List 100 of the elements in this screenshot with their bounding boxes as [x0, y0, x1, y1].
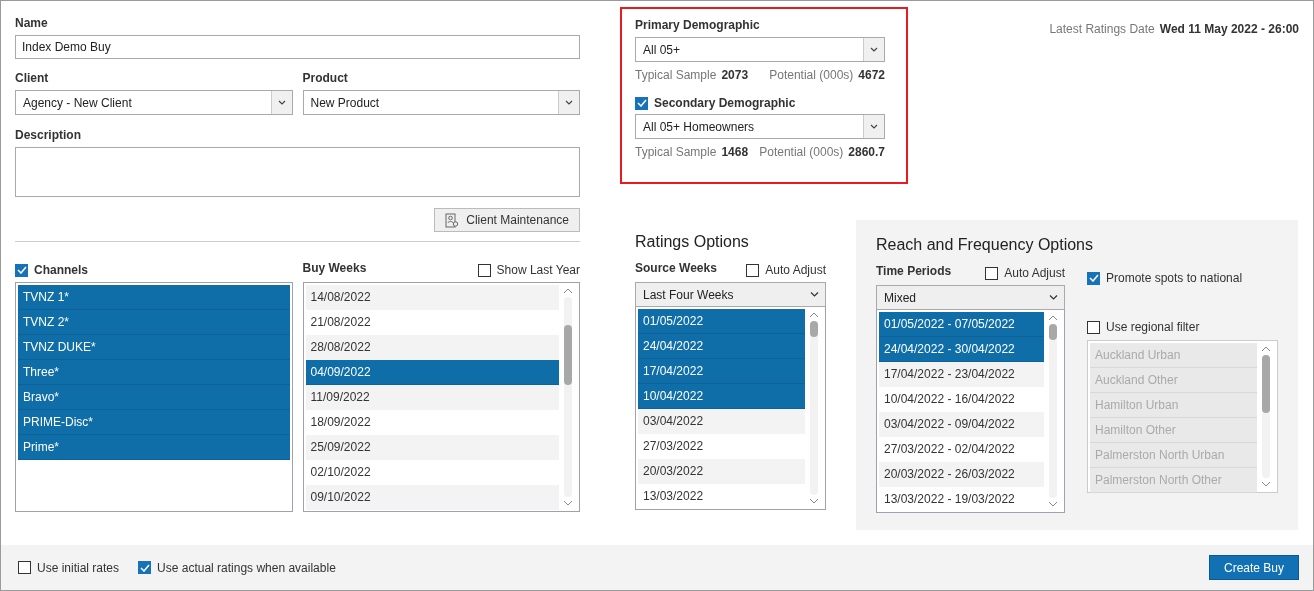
scroll-down-icon[interactable]	[809, 498, 819, 504]
source-week-item[interactable]: 13/03/2022	[638, 484, 805, 509]
scroll-up-icon[interactable]	[809, 312, 819, 318]
checkbox[interactable]	[985, 266, 999, 280]
chevron-icon	[1049, 295, 1058, 300]
checkbox-label: Show Last Year	[496, 263, 580, 277]
channel-item[interactable]: Three*	[18, 360, 290, 385]
field-label: Product	[302, 71, 349, 85]
chevron-icon	[565, 100, 573, 105]
week-item[interactable]: 18/09/2022	[305, 410, 559, 435]
scroll-thumb[interactable]	[1049, 324, 1057, 340]
channel-item[interactable]: Bravo*	[18, 385, 290, 410]
week-item[interactable]: 14/08/2022	[305, 285, 559, 310]
source-week-item[interactable]: 27/03/2022	[638, 434, 805, 459]
channel-item[interactable]: TVNZ 2*	[18, 310, 290, 335]
date-label: Latest Ratings Date	[1049, 22, 1155, 36]
stat-label: Potential (000s)	[759, 145, 844, 159]
checkbox[interactable]	[635, 96, 648, 110]
demographic-dropdown[interactable]: All 05+	[635, 37, 885, 62]
scroll-thumb[interactable]	[1262, 355, 1270, 413]
checkbox[interactable]	[477, 263, 491, 277]
client-dropdown[interactable]: Agency - New Client	[15, 90, 293, 115]
time-period-item[interactable]: 13/03/2022 - 19/03/2022	[879, 487, 1044, 512]
channel-item[interactable]: TVNZ DUKE*	[18, 335, 290, 360]
field-label: Description	[15, 128, 82, 142]
week-item[interactable]: 28/08/2022	[305, 335, 559, 360]
source-weeks-dropdown[interactable]: Last Four Weeks	[635, 282, 826, 307]
time-period-item[interactable]: 24/04/2022 - 30/04/2022	[879, 337, 1044, 362]
scroll-down-icon[interactable]	[563, 500, 573, 506]
chevron-icon	[277, 100, 286, 105]
source-week-item[interactable]: 10/04/2022	[638, 384, 805, 409]
checkbox[interactable]	[746, 263, 760, 277]
stat-label: Typical Sample	[635, 145, 717, 159]
scroll-thumb[interactable]	[810, 321, 818, 337]
region-item: Auckland Urban	[1090, 343, 1257, 368]
checkbox-label: Auto Adjust	[1004, 266, 1065, 280]
stat-label: Typical Sample	[635, 68, 717, 82]
source-week-item[interactable]: 17/04/2022	[638, 359, 805, 384]
source-week-item[interactable]: 03/04/2022	[638, 409, 805, 434]
checkbox-label: Promote spots to national	[1106, 271, 1243, 285]
week-item[interactable]: 04/09/2022	[305, 360, 559, 385]
week-item[interactable]: 11/09/2022	[305, 385, 559, 410]
person-gear-icon	[445, 212, 460, 228]
channel-item[interactable]: TVNZ 1*	[18, 285, 290, 310]
scroll-up-icon[interactable]	[1048, 315, 1058, 321]
time-period-item[interactable]: 03/04/2022 - 09/04/2022	[879, 412, 1044, 437]
stat-value: 4672	[858, 68, 885, 82]
scroll-down-icon[interactable]	[1261, 481, 1271, 487]
stat-value: 1468	[721, 145, 749, 159]
channel-item[interactable]: Prime*	[18, 435, 290, 460]
section-title: Ratings Options	[635, 233, 750, 251]
create-buy-button[interactable]: Create Buy	[1208, 555, 1299, 580]
stat-value: 2860.7	[848, 145, 885, 159]
region-item: Hamilton Other	[1090, 418, 1257, 443]
time-periods-dropdown[interactable]: Mixed	[876, 285, 1065, 310]
scroll-up-icon[interactable]	[563, 288, 573, 294]
week-item[interactable]: 21/08/2022	[305, 310, 559, 335]
time-period-item[interactable]: 27/03/2022 - 02/04/2022	[879, 437, 1044, 462]
date-value: Wed 11 May 2022 - 26:00	[1159, 22, 1299, 36]
chevron-icon	[810, 292, 819, 297]
week-item[interactable]: 25/09/2022	[305, 435, 559, 460]
time-period-item[interactable]: 20/03/2022 - 26/03/2022	[879, 462, 1044, 487]
demographic-dropdown[interactable]: All 05+ Homeowners	[635, 114, 885, 139]
week-item[interactable]: 02/10/2022	[305, 460, 559, 485]
checkbox[interactable]	[18, 561, 31, 574]
checkbox[interactable]	[138, 561, 152, 574]
checkbox[interactable]	[15, 263, 28, 277]
region-item: Hamilton Urban	[1090, 393, 1257, 418]
week-item[interactable]: 09/10/2022	[305, 485, 559, 510]
region-item: Palmerston North Other	[1090, 468, 1257, 493]
region-item: Auckland Other	[1090, 368, 1257, 393]
checkbox-label: Channels	[34, 263, 88, 277]
checkbox[interactable]	[1087, 320, 1100, 334]
list-label: Time Periods	[876, 263, 952, 278]
scroll-thumb[interactable]	[564, 325, 572, 385]
product-dropdown[interactable]: New Product	[302, 90, 580, 115]
checkbox-label: Use actual ratings when available	[157, 560, 336, 575]
section-title: Reach and Frequency Options	[876, 236, 1094, 254]
checkbox-label: Use regional filter	[1106, 320, 1200, 334]
list-label: Source Weeks	[635, 260, 717, 275]
checkbox-label: Use initial rates	[37, 560, 120, 575]
field-label: Primary Demographic	[635, 18, 761, 32]
description-field[interactable]	[15, 147, 580, 197]
region-item: Palmerston North Urban	[1090, 443, 1257, 468]
scroll-up-icon[interactable]	[1261, 346, 1271, 352]
source-week-item[interactable]: 01/05/2022	[638, 309, 805, 334]
name-field[interactable]: Index Demo Buy	[15, 35, 580, 59]
field-label: Name	[15, 16, 49, 30]
source-week-item[interactable]: 20/03/2022	[638, 459, 805, 484]
checkbox[interactable]	[1087, 271, 1100, 285]
channel-item[interactable]: PRIME-Disc*	[18, 410, 290, 435]
scroll-down-icon[interactable]	[1048, 501, 1058, 507]
time-period-item[interactable]: 10/04/2022 - 16/04/2022	[879, 387, 1044, 412]
chevron-icon	[870, 47, 878, 52]
field-label: Client	[15, 71, 50, 85]
time-period-item[interactable]: 17/04/2022 - 23/04/2022	[879, 362, 1044, 387]
client-maintenance-button[interactable]: Client Maintenance	[434, 208, 580, 232]
time-period-item[interactable]: 01/05/2022 - 07/05/2022	[879, 312, 1044, 337]
stat-label: Potential (000s)	[769, 68, 854, 82]
source-week-item[interactable]: 24/04/2022	[638, 334, 805, 359]
